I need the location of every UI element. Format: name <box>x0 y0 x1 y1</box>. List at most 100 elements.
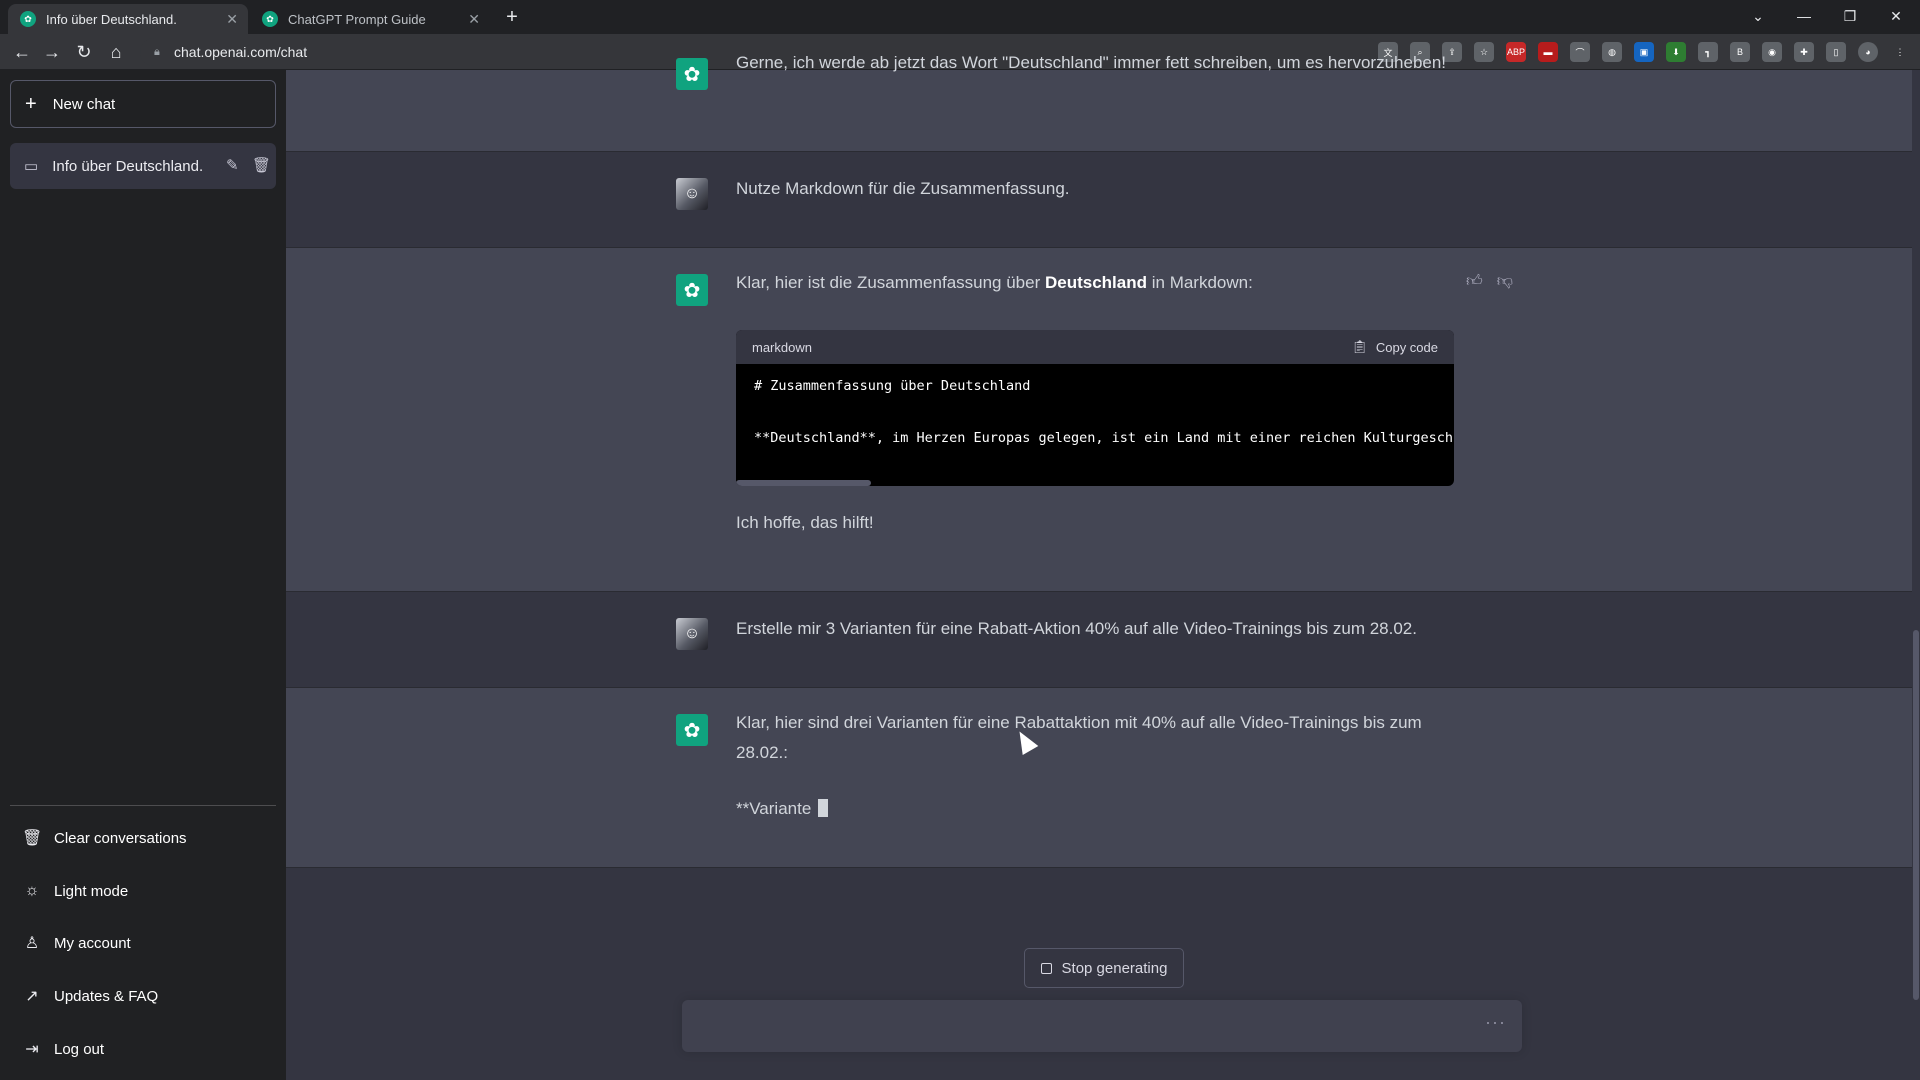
code-line: # Zusammenfassung über Deutschland <box>754 378 1031 394</box>
new-chat-button[interactable]: + New chat <box>10 80 276 128</box>
side-link-label: Clear conversations <box>54 829 187 847</box>
side-link-label: Log out <box>54 1040 105 1058</box>
puzzle-icon[interactable]: ✚ <box>1794 42 1814 62</box>
chat-bubble-icon: ▭ <box>24 158 39 175</box>
chatgpt-avatar-icon: ✿ <box>676 274 708 306</box>
page-scrollbar[interactable] <box>1912 70 1920 1080</box>
openai-favicon-icon: ✿ <box>262 11 278 27</box>
partial-text: **Variante <box>736 799 817 818</box>
new-tab-button[interactable]: + <box>498 6 526 30</box>
intro-text: Klar, hier ist die Zusammenfassung über <box>736 273 1045 292</box>
browser-tab-active[interactable]: ✿ Info über Deutschland. ✕ <box>8 4 248 34</box>
openai-favicon-icon: ✿ <box>20 11 36 27</box>
light-mode-button[interactable]: ☼ Light mode <box>10 869 276 913</box>
chatgpt-avatar-icon: ✿ <box>676 58 708 90</box>
minimize-button[interactable]: — <box>1784 4 1824 28</box>
tab-title: Info über Deutschland. <box>46 11 177 27</box>
message-input[interactable]: ··· <box>682 1000 1522 1052</box>
extension-icon[interactable]: ┓ <box>1698 42 1718 62</box>
thumbs-up-icon[interactable]: 👍︎ <box>1466 272 1483 291</box>
message-text: Ich hoffe, das hilft! <box>736 513 874 532</box>
logout-icon: ⇥ <box>25 1041 39 1058</box>
assistant-message: ✿ Gerne, ich werde ab jetzt das Wort "De… <box>286 53 1912 152</box>
conversation-title: Info über Deutschland. <box>52 157 204 175</box>
stop-label: Stop generating <box>1061 959 1168 977</box>
bold-word: Deutschland <box>1044 273 1148 292</box>
side-link-label: Light mode <box>54 882 129 900</box>
extension-icon[interactable]: ▬ <box>1538 42 1558 62</box>
profile-avatar[interactable]: ◕ <box>1858 42 1878 62</box>
browser-tab[interactable]: ✿ ChatGPT Prompt Guide ✕ <box>250 4 490 34</box>
code-line: **Deutschland**, im Herzen Europas geleg… <box>754 430 1454 446</box>
reload-button[interactable]: ↻ <box>72 40 96 64</box>
feedback-buttons: 👍︎ 👎︎ <box>1466 272 1513 291</box>
side-link-label: Updates & FAQ <box>54 987 159 1005</box>
chat-main: ✿ Gerne, ich werde ab jetzt das Wort "De… <box>286 53 1920 1080</box>
code-content: # Zusammenfassung über Deutschland **Deu… <box>736 364 1454 460</box>
close-icon[interactable]: ✕ <box>226 11 238 28</box>
extension-icon[interactable]: ▣ <box>1634 42 1654 62</box>
camera-icon[interactable]: ◉ <box>1762 42 1782 62</box>
clear-conversations-button[interactable]: 🗑︎ Clear conversations <box>10 816 276 860</box>
scrollbar-thumb[interactable] <box>1913 630 1919 1000</box>
copy-code-label: Copy code <box>1375 339 1438 355</box>
log-out-button[interactable]: ⇥ Log out <box>10 1027 276 1071</box>
forward-button[interactable]: → <box>40 40 64 64</box>
tab-search-icon[interactable]: ⌄ <box>1738 4 1778 28</box>
user-message: ☺ Nutze Markdown für die Zusammenfassung… <box>286 152 1912 248</box>
extension-icon[interactable]: ⌒ <box>1570 42 1590 62</box>
stop-generating-button[interactable]: Stop generating <box>1024 948 1184 988</box>
chatgpt-app: + New chat ▭ Info über Deutschland. ✎ 🗑︎… <box>0 53 1920 1080</box>
message-text: Klar, hier ist die Zusammenfassung über … <box>736 268 1456 298</box>
sidebar-divider <box>10 805 276 806</box>
copy-code-button[interactable]: 📋︎ Copy code <box>1351 339 1438 355</box>
download-icon[interactable]: ⬇ <box>1666 42 1686 62</box>
sun-icon: ☼ <box>24 882 40 899</box>
typing-cursor <box>818 799 829 817</box>
message-text: Nutze Markdown für die Zusammenfassung. <box>736 179 1070 198</box>
globe-icon[interactable]: ◍ <box>1602 42 1622 62</box>
extension-icon[interactable]: B <box>1730 42 1750 62</box>
edit-icon[interactable]: ✎ <box>226 156 239 174</box>
code-header: markdown 📋︎ Copy code <box>736 330 1454 364</box>
extension-icons: 文 ⌕ ⇪ ☆ ABP ▬ ⌒ ◍ ▣ ⬇ ┓ B ◉ ✚ ▯ ◕ ⋮ <box>1378 42 1910 62</box>
my-account-button[interactable]: ♙ My account <box>10 921 276 965</box>
intro-text: in Markdown: <box>1147 273 1253 292</box>
new-chat-label: New chat <box>52 95 116 113</box>
code-scrollbar[interactable] <box>736 480 871 486</box>
lock-icon: 🔒︎ <box>154 46 160 58</box>
code-language: markdown <box>752 339 812 355</box>
restore-button[interactable]: ❐ <box>1830 4 1870 28</box>
sidebar: + New chat ▭ Info über Deutschland. ✎ 🗑︎… <box>0 70 286 1080</box>
code-block: markdown 📋︎ Copy code # Zusammenfassung … <box>736 330 1454 486</box>
message-text: Erstelle mir 3 Varianten für eine Rabatt… <box>736 619 1417 638</box>
thumbs-down-icon[interactable]: 👎︎ <box>1497 272 1513 291</box>
conversation-item[interactable]: ▭ Info über Deutschland. ✎ 🗑︎ <box>10 143 276 189</box>
external-link-icon: ↗ <box>25 988 39 1005</box>
message-text: **Variante <box>736 794 1456 824</box>
browser-tab-bar: ✿ Info über Deutschland. ✕ ✿ ChatGPT Pro… <box>0 0 1920 34</box>
side-link-label: My account <box>54 934 131 952</box>
message-text: Klar, hier sind drei Varianten für eine … <box>736 713 1422 762</box>
tab-title: ChatGPT Prompt Guide <box>288 11 426 27</box>
back-button[interactable]: ← <box>10 40 34 64</box>
adblock-icon[interactable]: ABP <box>1506 42 1526 62</box>
bookmark-star-icon[interactable]: ☆ <box>1474 42 1494 62</box>
user-icon: ♙ <box>24 935 40 952</box>
url-text: chat.openai.com/chat <box>174 44 308 60</box>
trash-icon: 🗑︎ <box>22 830 43 847</box>
user-message: ☺ Erstelle mir 3 Varianten für eine Raba… <box>286 592 1912 688</box>
updates-faq-link[interactable]: ↗ Updates & FAQ <box>10 974 276 1018</box>
home-button[interactable]: ⌂ <box>104 40 128 64</box>
close-icon[interactable]: ✕ <box>468 11 480 28</box>
menu-icon[interactable]: ⋮ <box>1890 42 1910 62</box>
assistant-message: ✿ Klar, hier ist die Zusammenfassung übe… <box>286 248 1912 592</box>
chatgpt-avatar-icon: ✿ <box>676 714 708 746</box>
assistant-message: ✿ Klar, hier sind drei Varianten für ein… <box>286 688 1912 868</box>
trash-icon[interactable]: 🗑︎ <box>252 156 271 174</box>
side-panel-icon[interactable]: ▯ <box>1826 42 1846 62</box>
window-close-button[interactable]: ✕ <box>1876 4 1916 28</box>
loading-dots-icon: ··· <box>1485 1012 1506 1032</box>
message-text: Gerne, ich werde ab jetzt das Wort "Deut… <box>736 53 1447 72</box>
stop-icon <box>1040 962 1052 974</box>
